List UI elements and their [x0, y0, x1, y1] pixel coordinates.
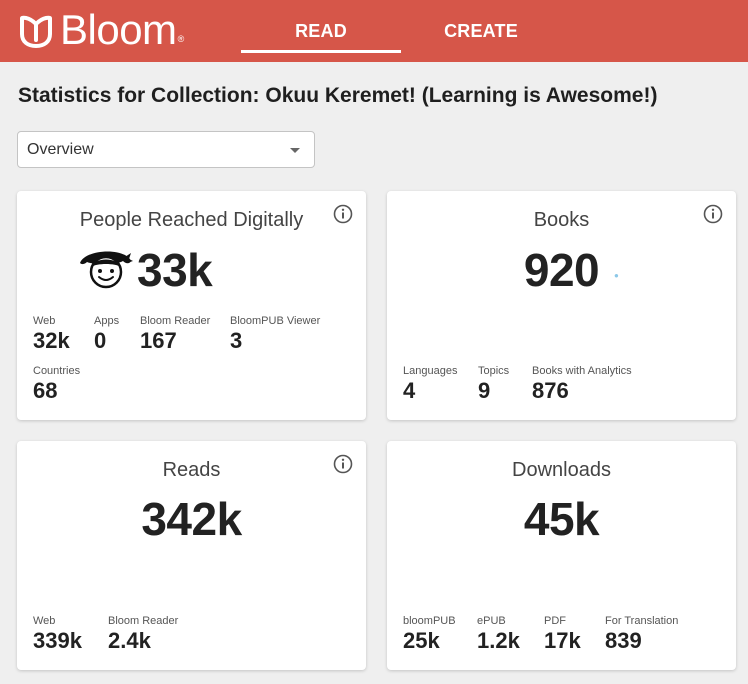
stat-value: 4: [403, 378, 416, 403]
stat-label: Countries: [33, 365, 81, 377]
people-reached-card: People Reached Digitally 33k Web 32k App…: [17, 191, 366, 420]
bloom-flower-icon: [20, 15, 52, 48]
stat-apps: Apps 0: [94, 315, 119, 354]
stat-value: 167: [140, 328, 177, 353]
stat-books-with-analytics: Books with Analytics 876: [532, 365, 632, 404]
reads-card: Reads 342k Web 339k Bloom Reader 2.4k: [17, 441, 366, 670]
stat-pdf: PDF 17k: [544, 615, 581, 654]
chevron-down-icon: [290, 148, 300, 153]
stat-bloompub-viewer: BloomPUB Viewer 3: [230, 315, 320, 354]
view-select[interactable]: Overview: [17, 131, 315, 168]
stat-value: 9: [478, 378, 491, 403]
stat-label: Languages: [403, 365, 458, 377]
stat-value: 876: [532, 378, 569, 403]
stat-value: 68: [33, 378, 58, 403]
stat-value: 17k: [544, 628, 581, 653]
top-app-bar: Bloom ® READ CREATE: [0, 0, 748, 62]
stat-value: 3: [230, 328, 243, 353]
books-card: Books 920 ● Languages 4 Topics 9 Books w…: [387, 191, 736, 420]
page-title: Statistics for Collection: Okuu Keremet!…: [18, 84, 658, 107]
stat-label: bloomPUB: [403, 615, 456, 627]
active-tab-indicator: [241, 50, 401, 53]
card-title: Downloads: [512, 459, 611, 481]
stat-label: For Translation: [605, 615, 679, 627]
stat-for-translation: For Translation 839: [605, 615, 678, 654]
stat-bloompub: bloomPUB 25k: [403, 615, 456, 654]
stat-value: 2.4k: [108, 628, 151, 653]
stat-value: 839: [605, 628, 642, 653]
reads-total: 342k: [141, 493, 242, 545]
bloom-logo[interactable]: Bloom ®: [16, 6, 184, 54]
reader-face-icon: [80, 251, 133, 289]
stat-topics: Topics 9: [478, 365, 509, 404]
stat-label: PDF: [544, 615, 566, 627]
stat-label: ePUB: [477, 615, 506, 627]
downloads-card: Downloads 45k bloomPUB 25k ePUB 1.2k PDF…: [387, 441, 736, 670]
registered-mark: ®: [177, 34, 185, 44]
stat-label: Bloom Reader: [108, 615, 179, 627]
logo-wordmark: Bloom: [60, 6, 177, 53]
stat-label: Web: [33, 615, 56, 627]
stat-bloom-reader: Bloom Reader 167: [140, 315, 210, 354]
loading-indicator: ●: [614, 271, 619, 280]
card-title: People Reached Digitally: [79, 209, 304, 231]
stat-epub: ePUB 1.2k: [477, 615, 520, 654]
stat-web: Web 339k: [33, 615, 82, 654]
stat-label: Books with Analytics: [532, 365, 632, 377]
stat-value: 339k: [33, 628, 82, 653]
stat-value: 1.2k: [477, 628, 520, 653]
card-title: Reads: [162, 459, 221, 481]
view-select-value: Overview: [27, 141, 94, 158]
downloads-total: 45k: [523, 493, 600, 545]
stat-label: BloomPUB Viewer: [230, 315, 321, 327]
tab-create[interactable]: CREATE: [401, 0, 561, 62]
books-total: 920: [523, 244, 600, 296]
stat-languages: Languages 4: [403, 365, 457, 404]
stat-label: Bloom Reader: [140, 315, 211, 327]
stat-value: 32k: [33, 328, 70, 353]
stat-bloom-reader: Bloom Reader 2.4k: [108, 615, 178, 654]
stat-value: 25k: [403, 628, 440, 653]
stat-label: Web: [33, 315, 56, 327]
stat-label: Apps: [94, 315, 120, 327]
people-total: 33k: [137, 244, 213, 296]
info-icon[interactable]: [703, 204, 723, 224]
stat-web: Web 32k: [33, 315, 70, 354]
info-icon[interactable]: [333, 454, 353, 474]
stat-value: 0: [94, 328, 107, 353]
stat-label: Topics: [478, 365, 510, 377]
stat-countries: Countries 68: [33, 365, 80, 404]
info-icon[interactable]: [333, 204, 353, 224]
card-title: Books: [533, 209, 590, 231]
